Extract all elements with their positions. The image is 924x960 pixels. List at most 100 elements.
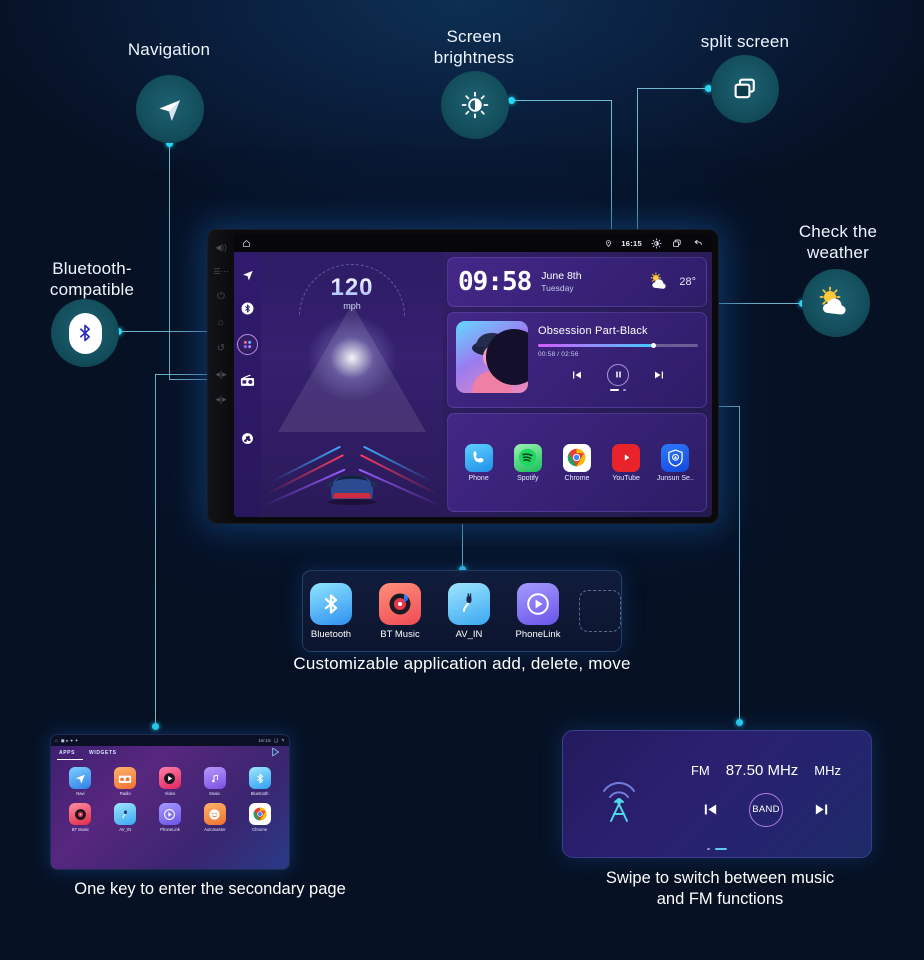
track-title: Obsession Part-Black (538, 325, 648, 337)
seek-up-icon[interactable] (813, 801, 830, 818)
dock-label: PhoneLink (515, 628, 561, 640)
progress-bar[interactable] (538, 342, 698, 348)
back-arrow-icon[interactable] (692, 238, 704, 248)
dock-item-av-in[interactable]: AV_IN (441, 582, 497, 640)
progress-fill (538, 344, 654, 347)
speedometer-panel: 120 mph (261, 252, 443, 517)
app-shortcuts-row: Phone Spotify Chrome YouTube Junsun Se.. (447, 413, 707, 512)
brightness-icon (461, 91, 489, 119)
app-label: BT Music (71, 827, 90, 832)
callout-bubble-brightness[interactable] (441, 71, 509, 139)
secondary-app-phonelink[interactable]: PhoneLink (148, 803, 193, 832)
secondary-status-time: 16:15 (258, 738, 271, 743)
track-times: 00:58 / 02:56 (538, 350, 579, 358)
phone-icon (464, 443, 493, 472)
secondary-app-bluetooth[interactable]: Bluetooth (237, 767, 282, 796)
secondary-page-preview[interactable]: ⌂ ◼ ▸ ● ✦ 16:15 ❑ ↰ APPS WIDGETS Navi Ra… (50, 734, 290, 870)
pause-icon[interactable] (607, 363, 629, 386)
connector-dot-brightness-start (508, 97, 515, 104)
connector-split-h (637, 88, 708, 89)
home-icon[interactable] (242, 239, 251, 248)
fm-radio-panel[interactable]: FM 87.50 MHz MHz BAND (562, 730, 872, 858)
connector-split-v (637, 88, 638, 247)
clock-time: 09:58 (458, 267, 532, 297)
app-label: Chrome (252, 827, 268, 832)
bezel-volume-down-button[interactable]: ◂|▸ (215, 370, 226, 379)
app-label: YouTube (612, 474, 640, 482)
bt-music-icon (379, 582, 421, 625)
secondary-tabs: APPS WIDGETS (51, 746, 289, 760)
callout-bubble-weather[interactable] (802, 269, 870, 337)
bezel-mute-button[interactable]: ◀)) (215, 244, 226, 252)
fm-page-dots[interactable] (563, 847, 871, 850)
callout-bubble-bluetooth[interactable] (51, 299, 119, 367)
brightness-icon[interactable] (651, 237, 662, 249)
bezel-home-button[interactable]: ⌂ (218, 318, 224, 328)
rail-radio-icon[interactable] (239, 372, 256, 389)
secondary-app-video[interactable]: Video (148, 767, 193, 796)
tab-apps[interactable]: APPS (59, 750, 75, 756)
dock-label: BT Music (380, 628, 420, 640)
back-arrow-icon[interactable]: ↰ (281, 738, 285, 744)
av-in-icon (448, 582, 490, 625)
bezel-power-button[interactable]: ⏻ (217, 292, 225, 302)
clock-weather-widget[interactable]: 09:58 June 8th Tuesday 28° (447, 257, 707, 307)
callout-bubble-navigation[interactable] (136, 75, 204, 143)
progress-knob[interactable] (650, 342, 656, 348)
band-button[interactable]: BAND (749, 792, 783, 827)
bluetooth-icon (310, 582, 352, 625)
bezel-menu-button[interactable]: ☰⋯ (213, 268, 228, 276)
car-head-unit: ◀)) ☰⋯ ⏻ ⌂ ↺ ◂|▸ ◂|▸ 16:15 120 mph 09:58… (207, 229, 719, 524)
secondary-app-radio[interactable]: Radio (103, 767, 148, 796)
fm-antenna-block (563, 757, 675, 831)
dock-item-bt-music[interactable]: BT Music (372, 582, 428, 640)
rail-music-icon[interactable] (239, 430, 256, 447)
rail-bluetooth-icon[interactable] (239, 300, 256, 317)
tab-widgets[interactable]: WIDGETS (89, 750, 117, 756)
secondary-app-music[interactable]: Music (192, 767, 237, 796)
fm-unit-label: MHz (814, 762, 842, 778)
customizable-dock: Bluetooth BT Music AV_IN PhoneLink (302, 570, 622, 652)
seek-down-icon[interactable] (702, 801, 719, 818)
dock-item-phonelink[interactable]: PhoneLink (510, 582, 566, 640)
clock-weekday: Tuesday (541, 283, 574, 294)
secondary-app-bt-music[interactable]: BT Music (58, 803, 103, 832)
secondary-app-navi[interactable]: Navi (58, 767, 103, 796)
bt-music-icon (69, 803, 92, 825)
fm-controls-block: FM 87.50 MHz MHz BAND (675, 762, 871, 827)
home-icon[interactable]: ⌂ (55, 738, 58, 743)
navigation-icon (159, 100, 180, 121)
app-shortcut-junsun-service[interactable]: Junsun Se.. (655, 443, 695, 482)
widget-column: 09:58 June 8th Tuesday 28° Obsession Par… (443, 252, 712, 517)
clock-date: June 8th (541, 270, 582, 283)
secondary-app-chrome[interactable]: Chrome (237, 803, 282, 832)
callout-label-brightness: Screen brightness (404, 27, 544, 68)
secondary-app-automaster[interactable]: Automaster (192, 803, 237, 832)
split-screen-icon[interactable]: ❑ (274, 738, 278, 744)
app-shortcut-youtube[interactable]: YouTube (606, 443, 646, 482)
next-track-icon[interactable] (653, 369, 665, 381)
music-icon (203, 767, 226, 789)
callout-bubble-split-screen[interactable] (711, 55, 779, 123)
app-rail (234, 252, 261, 517)
weather-block[interactable]: 28° (647, 272, 696, 292)
music-widget[interactable]: Obsession Part-Black 00:58 / 02:56 (447, 312, 707, 408)
secondary-app-av-in[interactable]: AV_IN (103, 803, 148, 832)
play-store-icon[interactable] (271, 744, 281, 762)
rail-apps-grid-icon[interactable] (237, 334, 258, 355)
bezel-volume-up-button[interactable]: ◂|▸ (215, 395, 226, 404)
rail-navigation-icon[interactable] (239, 266, 256, 283)
app-shortcut-phone[interactable]: Phone (459, 443, 499, 482)
dock-item-bluetooth[interactable]: Bluetooth (303, 582, 359, 640)
previous-track-icon[interactable] (571, 369, 583, 381)
split-screen-icon[interactable] (671, 238, 683, 249)
app-shortcut-spotify[interactable]: Spotify (508, 443, 548, 482)
add-app-slot[interactable] (579, 590, 621, 632)
video-icon (158, 767, 181, 789)
page-dot (707, 847, 710, 850)
app-shortcut-chrome[interactable]: Chrome (557, 443, 597, 482)
widget-page-dots[interactable] (538, 388, 698, 391)
dock-label: Bluetooth (310, 628, 352, 640)
bezel-back-button[interactable]: ↺ (217, 344, 225, 354)
callout-label-bluetooth: Bluetooth- compatible (12, 259, 172, 300)
